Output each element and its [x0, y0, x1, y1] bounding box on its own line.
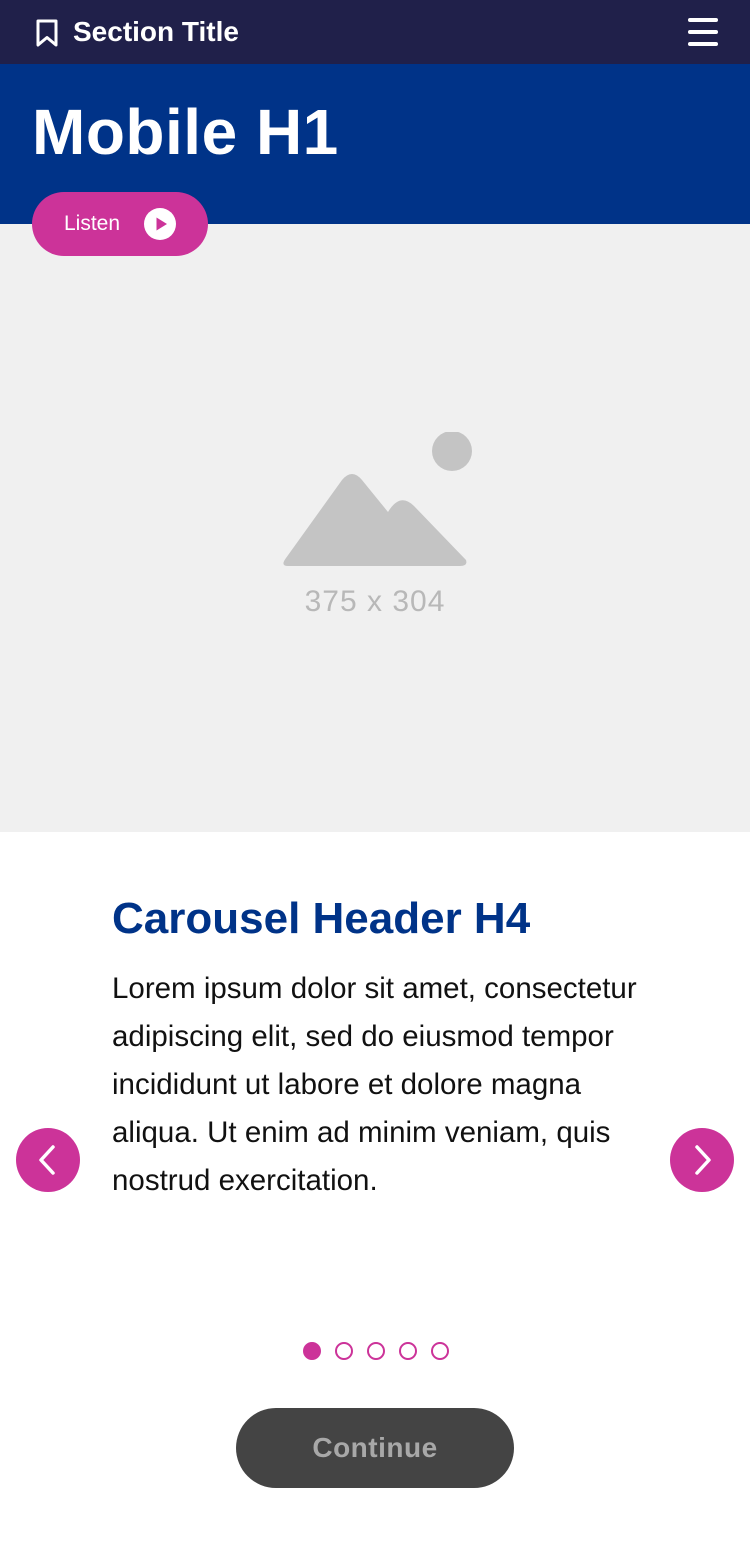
carousel-body: Lorem ipsum dolor sit amet, consectetur … [112, 972, 637, 1197]
menu-button[interactable] [684, 16, 722, 48]
page: Section Title Mobile H1 375 x 304 Listen [0, 0, 750, 1560]
image-placeholder-icon [278, 431, 474, 572]
hamburger-menu-icon [688, 18, 718, 46]
carousel-dot[interactable] [367, 1342, 385, 1360]
chevron-left-icon [39, 1145, 55, 1175]
carousel-dot[interactable] [303, 1342, 321, 1360]
carousel-prev-button[interactable] [16, 1128, 80, 1192]
bookmark-icon [34, 18, 60, 48]
carousel-header: Carousel Header H4 [112, 894, 531, 943]
listen-button[interactable]: Listen [32, 192, 208, 256]
top-bar: Section Title [0, 0, 750, 64]
continue-label: Continue [312, 1432, 438, 1463]
carousel-dot[interactable] [399, 1342, 417, 1360]
play-icon [144, 208, 176, 240]
section-title: Section Title [73, 16, 239, 47]
page-title: Mobile H1 [32, 96, 339, 168]
carousel-dot[interactable] [431, 1342, 449, 1360]
listen-label: Listen [64, 212, 121, 235]
continue-button[interactable]: Continue [236, 1408, 514, 1488]
carousel-dot[interactable] [335, 1342, 353, 1360]
carousel-pagination [302, 1342, 452, 1362]
image-placeholder: 375 x 304 [0, 224, 750, 832]
chevron-right-icon [695, 1145, 711, 1175]
image-size-caption: 375 x 304 [304, 585, 446, 618]
carousel-next-button[interactable] [670, 1128, 734, 1192]
